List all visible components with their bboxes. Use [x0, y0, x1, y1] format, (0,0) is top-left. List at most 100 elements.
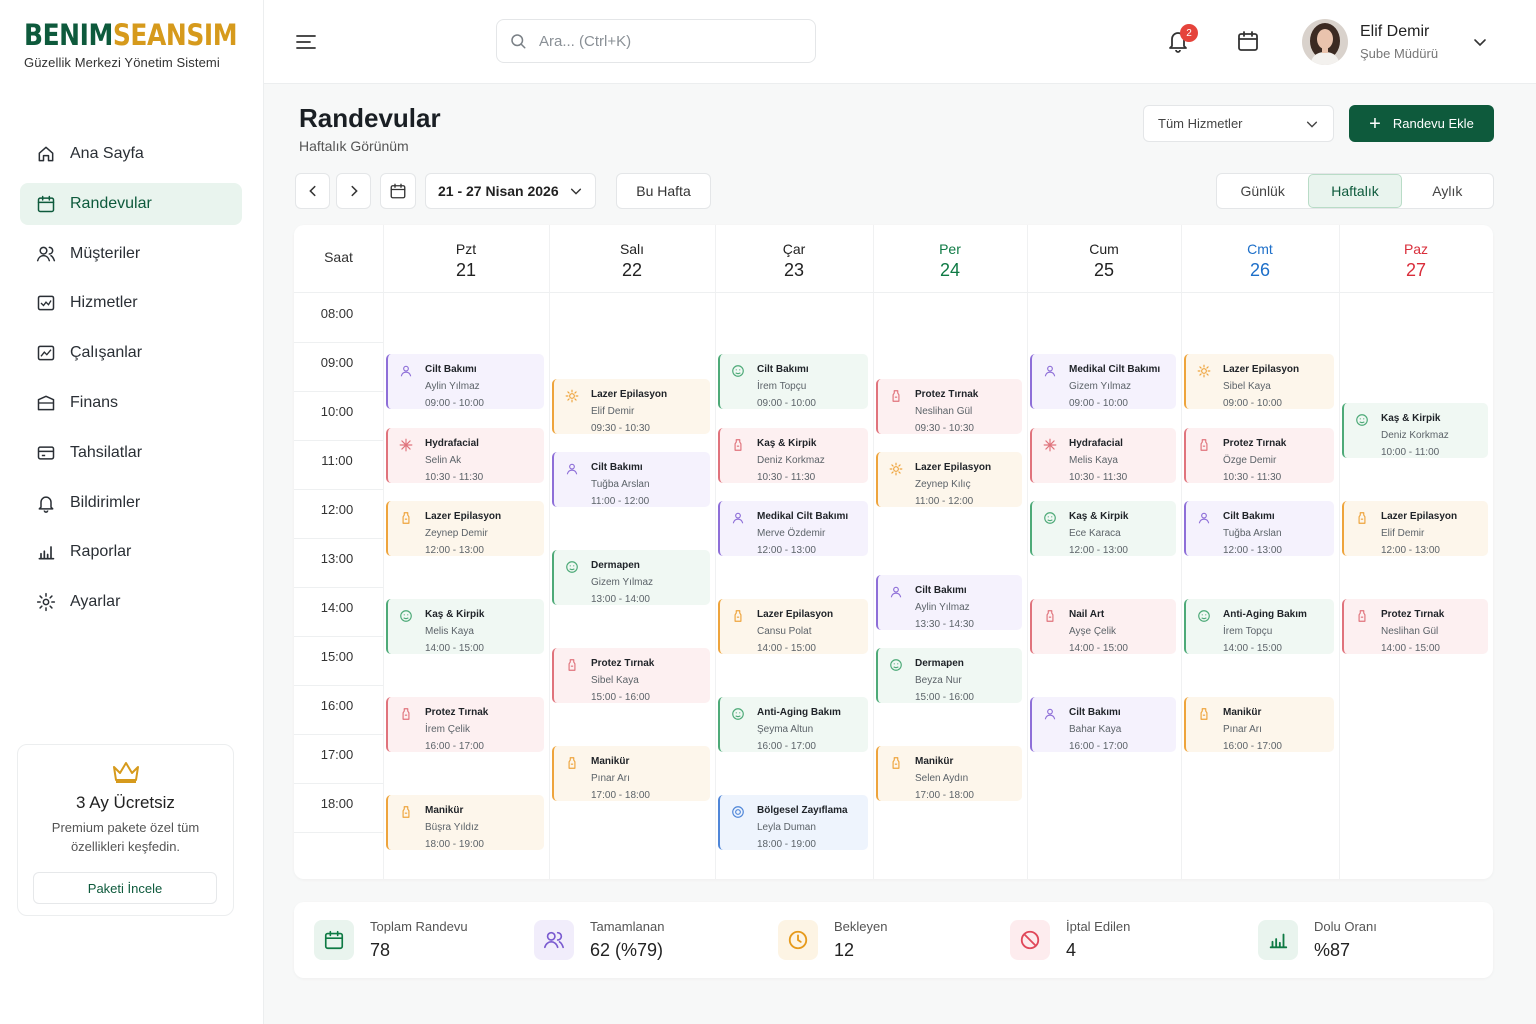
appointment-time: 09:30 - 10:30: [915, 422, 974, 434]
page-subtitle: Haftalık Görünüm: [299, 138, 409, 154]
sun-icon: [1197, 364, 1211, 378]
day-header: Pzt 21: [383, 241, 549, 281]
appointment-card[interactable]: Lazer Epilasyon Cansu Polat 14:00 - 15:00: [718, 599, 868, 654]
brand-name: BENIMSEANSIM: [24, 18, 238, 52]
sidebar-item-randevular[interactable]: Randevular: [20, 182, 242, 225]
sidebar-item-hizmetler[interactable]: Hizmetler: [20, 282, 242, 324]
appointment-title: Manikür: [915, 756, 954, 767]
time-label: 15:00: [320, 649, 354, 664]
appointment-card[interactable]: Dermapen Beyza Nur 15:00 - 16:00: [876, 648, 1022, 703]
service-filter-select[interactable]: Tüm Hizmetler: [1143, 105, 1334, 142]
appointment-card[interactable]: Manikür Pınar Arı 17:00 - 18:00: [552, 746, 710, 801]
avatar[interactable]: [1302, 19, 1348, 65]
appointment-card[interactable]: Protez Tırnak İrem Çelik 16:00 - 17:00: [386, 697, 544, 752]
appointment-title: Hydrafacial: [1069, 437, 1123, 449]
appointment-card[interactable]: Lazer Epilasyon Sibel Kaya 09:00 - 10:00: [1184, 354, 1334, 409]
sidebar-item-bildirimler[interactable]: Bildirimler: [20, 482, 242, 524]
appointment-card[interactable]: Medikal Cilt Bakımı Gizem Yılmaz 09:00 - 1…: [1030, 354, 1176, 409]
appointment-card[interactable]: Kaş & Kirpik Ece Karaca 12:00 - 13:00: [1030, 501, 1176, 556]
appointment-card[interactable]: Dermapen Gizem Yılmaz 13:00 - 14:00: [552, 550, 710, 605]
appointment-card[interactable]: Kaş & Kirpik Deniz Korkmaz 10:00 - 11:00: [1342, 403, 1488, 458]
appointment-card[interactable]: Nail Art Ayşe Çelik 14:00 - 15:00: [1030, 599, 1176, 654]
appointment-card[interactable]: Cilt Bakımı Tuğba Arslan 12:00 - 13:00: [1184, 501, 1334, 556]
appointment-title: Cilt Bakımı: [1069, 707, 1121, 718]
sidebar-item-ana-sayfa[interactable]: Ana Sayfa: [20, 133, 242, 175]
appointment-card[interactable]: Lazer Epilasyon Zeynep Demir 12:00 - 13:00: [386, 501, 544, 556]
appointment-card[interactable]: Manikür Pınar Arı 16:00 - 17:00: [1184, 697, 1334, 752]
calendar-icon[interactable]: [1236, 29, 1260, 53]
view-switcher: Günlük Haftalık Aylık: [1216, 173, 1494, 209]
appointment-card[interactable]: Hydrafacial Melis Kaya 10:30 - 11:30: [1030, 427, 1176, 483]
appointment-customer: Ayşe Çelik: [1069, 626, 1117, 637]
time-row-line: [294, 636, 383, 637]
appointment-card[interactable]: Hydrafacial Selin Ak 10:30 - 11:30: [386, 427, 544, 483]
promo-button[interactable]: Paketi İncele: [33, 872, 217, 904]
chevron-down-icon[interactable]: [1472, 34, 1488, 50]
bottle-icon: [565, 658, 579, 672]
appointment-card[interactable]: Anti-Aging Bakım İrem Topçu 14:00 - 15:00: [1184, 599, 1334, 654]
prev-week-button[interactable]: [295, 173, 330, 209]
next-week-button[interactable]: [336, 173, 371, 209]
sidebar-item-label: Çalışanlar: [70, 344, 143, 362]
appointment-title: Medikal Cilt Bakımı: [757, 511, 849, 522]
appointment-card[interactable]: Lazer Epilasyon Zeynep Kılıç 11:00 - 12:00: [876, 452, 1022, 507]
sidebar-item-tahsilatlar[interactable]: Tahsilatlar: [20, 432, 242, 474]
view-weekly-button[interactable]: Haftalık: [1308, 174, 1402, 208]
appointment-card[interactable]: Protez Tırnak Özge Demir 10:30 - 11:30: [1184, 427, 1334, 483]
chart-icon: [36, 542, 56, 562]
appointment-customer: Özge Demir: [1223, 454, 1277, 466]
search-box[interactable]: [496, 19, 816, 63]
date-range-select[interactable]: 21 - 27 Nisan 2026: [425, 173, 596, 209]
appointment-card[interactable]: Cilt Bakımı Aylin Yılmaz 09:00 - 10:00: [386, 354, 544, 409]
face-icon: [399, 609, 413, 623]
view-monthly-button[interactable]: Aylık: [1402, 174, 1493, 208]
crown-icon: [110, 757, 142, 785]
sidebar-item-raporlar[interactable]: Raporlar: [20, 531, 242, 573]
appointment-card[interactable]: Kaş & Kirpik Melis Kaya 14:00 - 15:00: [386, 599, 544, 654]
appointment-card[interactable]: Cilt Bakımı İrem Topçu 09:00 - 10:00: [718, 354, 868, 409]
appointment-card[interactable]: Medikal Cilt Bakımı Merve Özdemir 12:00 - …: [718, 501, 868, 556]
appointment-customer: Merve Özdemir: [757, 528, 826, 539]
notification-button[interactable]: 2: [1166, 24, 1198, 56]
plus-icon: +: [1369, 112, 1381, 135]
menu-icon[interactable]: [294, 30, 318, 54]
appointment-customer: Aylin Yılmaz: [425, 381, 480, 392]
day-number: 21: [455, 260, 477, 280]
appointment-title: Cilt Bakımı: [591, 462, 643, 473]
appointment-time: 16:00 - 17:00: [425, 741, 484, 752]
appointment-card[interactable]: Cilt Bakımı Tuğba Arslan 11:00 - 12:00: [552, 452, 710, 507]
view-daily-button[interactable]: Günlük: [1217, 174, 1308, 208]
appointment-time: 10:30 - 11:30: [1069, 471, 1128, 483]
day-number: 27: [1405, 260, 1427, 280]
appointment-title: Kaş & Kirpik: [1381, 413, 1441, 424]
time-label: 08:00: [320, 306, 354, 321]
appointment-card[interactable]: Protez Tırnak Neslihan Gül 14:00 - 15:00: [1342, 599, 1488, 654]
appointment-card[interactable]: Protez Tırnak Neslihan Gül 09:30 - 10:30: [876, 378, 1022, 434]
appointment-card[interactable]: Lazer Epilasyon Elif Demir 09:30 - 10:30: [552, 378, 710, 434]
this-week-button[interactable]: Bu Hafta: [616, 173, 711, 209]
appointment-card[interactable]: Cilt Bakımı Bahar Kaya 16:00 - 17:00: [1030, 697, 1176, 752]
appointment-title: Lazer Epilasyon: [1223, 364, 1300, 375]
appointment-card[interactable]: Anti-Aging Bakım Şeyma Altun 16:00 - 17:00: [718, 697, 868, 752]
sidebar-item--al-anlar[interactable]: Çalışanlar: [20, 332, 242, 374]
sidebar-item-m-teriler[interactable]: Müşteriler: [20, 233, 242, 275]
appointment-card[interactable]: Bölgesel Zayıflama Leyla Duman 18:00 - 19:…: [718, 795, 868, 850]
add-appointment-button[interactable]: + Randevu Ekle: [1349, 105, 1494, 142]
appointment-customer: Leyla Duman: [757, 822, 816, 833]
date-picker-button[interactable]: [380, 173, 416, 209]
appointment-card[interactable]: Manikür Selen Aydın 17:00 - 18:00: [876, 746, 1022, 801]
appointment-card[interactable]: Lazer Epilasyon Elif Demir 12:00 - 13:00: [1342, 501, 1488, 556]
sidebar-item-ayarlar[interactable]: Ayarlar: [20, 581, 242, 623]
appointment-customer: Bahar Kaya: [1069, 724, 1122, 735]
sidebar-item-finans[interactable]: Finans: [20, 382, 242, 424]
header-divider: [294, 292, 1493, 293]
grid-column-line: [1181, 225, 1182, 879]
appointment-card[interactable]: Manikür Büşra Yıldız 18:00 - 19:00: [386, 795, 544, 850]
appointment-card[interactable]: Protez Tırnak Sibel Kaya 15:00 - 16:00: [552, 648, 710, 703]
brand-logo[interactable]: BENIMSEANSIM Güzellik Merkezi Yönetim Si…: [24, 18, 272, 70]
bottle-icon: [1355, 511, 1369, 525]
clock-icon: [778, 920, 818, 960]
search-input[interactable]: [539, 32, 789, 50]
appointment-card[interactable]: Kaş & Kirpik Deniz Korkmaz 10:30 - 11:30: [718, 427, 868, 483]
appointment-card[interactable]: Cilt Bakımı Aylin Yılmaz 13:30 - 14:30: [876, 574, 1022, 630]
